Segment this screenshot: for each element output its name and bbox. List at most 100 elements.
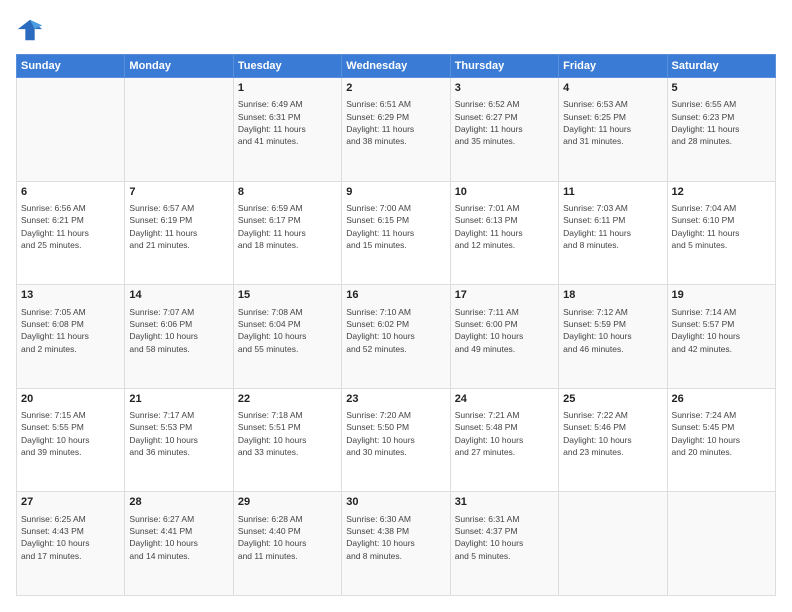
cell-3-3: 15 Sunrise: 7:08 AMSunset: 6:04 PMDayligh… — [233, 285, 341, 389]
day-number: 19 — [672, 288, 771, 303]
cell-5-3: 29Sunrise: 6:28 AMSunset: 4:40 PMDayligh… — [233, 492, 341, 596]
cell-5-4: 30 Sunrise: 6:30 AMSunset: 4:38 PMDayligh… — [342, 492, 450, 596]
cell-2-2: 7 Sunrise: 6:57 AMSunset: 6:19 PMDaylight… — [125, 181, 233, 285]
day-number: 23 — [346, 392, 445, 407]
day-number: 12 — [672, 185, 771, 200]
cell-4-2: 21 Sunrise: 7:17 AMSunset: 5:53 PMDayligh… — [125, 388, 233, 492]
cell-4-4: 23 Sunrise: 7:20 AMSunset: 5:50 PMDayligh… — [342, 388, 450, 492]
cell-content: Sunrise: 7:04 AMSunset: 6:10 PMDaylight:… — [672, 202, 771, 251]
cell-1-7: 5 Sunrise: 6:55 AMSunset: 6:23 PMDaylight… — [667, 78, 775, 182]
cell-3-1: 13 Sunrise: 7:05 AMSunset: 6:08 PMDayligh… — [17, 285, 125, 389]
cell-content: Sunrise: 7:01 AMSunset: 6:13 PMDaylight:… — [455, 202, 554, 251]
week-row-4: 20 Sunrise: 7:15 AMSunset: 5:55 PMDayligh… — [17, 388, 776, 492]
cell-1-4: 2 Sunrise: 6:51 AMSunset: 6:29 PMDaylight… — [342, 78, 450, 182]
cell-content: Sunrise: 7:12 AMSunset: 5:59 PMDaylight:… — [563, 306, 662, 355]
cell-content: Sunrise: 6:57 AMSunset: 6:19 PMDaylight:… — [129, 202, 228, 251]
cell-content: Sunrise: 7:05 AMSunset: 6:08 PMDaylight:… — [21, 306, 120, 355]
cell-2-6: 11Sunrise: 7:03 AMSunset: 6:11 PMDayligh… — [559, 181, 667, 285]
day-number: 14 — [129, 288, 228, 303]
day-number: 28 — [129, 495, 228, 510]
cell-1-2 — [125, 78, 233, 182]
col-header-thursday: Thursday — [450, 55, 558, 78]
cell-5-7 — [667, 492, 775, 596]
day-number: 16 — [346, 288, 445, 303]
cell-2-3: 8 Sunrise: 6:59 AMSunset: 6:17 PMDaylight… — [233, 181, 341, 285]
cell-content: Sunrise: 7:03 AMSunset: 6:11 PMDaylight:… — [563, 202, 662, 251]
day-number: 31 — [455, 495, 554, 510]
col-header-monday: Monday — [125, 55, 233, 78]
cell-content: Sunrise: 6:49 AMSunset: 6:31 PMDaylight:… — [238, 98, 337, 147]
header-row: SundayMondayTuesdayWednesdayThursdayFrid… — [17, 55, 776, 78]
week-row-3: 13 Sunrise: 7:05 AMSunset: 6:08 PMDayligh… — [17, 285, 776, 389]
cell-2-7: 12 Sunrise: 7:04 AMSunset: 6:10 PMDayligh… — [667, 181, 775, 285]
col-header-friday: Friday — [559, 55, 667, 78]
cell-content: Sunrise: 6:59 AMSunset: 6:17 PMDaylight:… — [238, 202, 337, 251]
cell-content: Sunrise: 7:10 AMSunset: 6:02 PMDaylight:… — [346, 306, 445, 355]
cell-4-1: 20 Sunrise: 7:15 AMSunset: 5:55 PMDayligh… — [17, 388, 125, 492]
cell-content: Sunrise: 6:25 AMSunset: 4:43 PMDaylight:… — [21, 513, 120, 562]
cell-3-5: 17 Sunrise: 7:11 AMSunset: 6:00 PMDayligh… — [450, 285, 558, 389]
cell-2-1: 6 Sunrise: 6:56 AMSunset: 6:21 PMDaylight… — [17, 181, 125, 285]
calendar-table: SundayMondayTuesdayWednesdayThursdayFrid… — [16, 54, 776, 596]
cell-content: Sunrise: 6:56 AMSunset: 6:21 PMDaylight:… — [21, 202, 120, 251]
cell-2-5: 10 Sunrise: 7:01 AMSunset: 6:13 PMDayligh… — [450, 181, 558, 285]
day-number: 8 — [238, 185, 337, 200]
cell-content: Sunrise: 7:21 AMSunset: 5:48 PMDaylight:… — [455, 409, 554, 458]
cell-content: Sunrise: 7:00 AMSunset: 6:15 PMDaylight:… — [346, 202, 445, 251]
cell-content: Sunrise: 6:55 AMSunset: 6:23 PMDaylight:… — [672, 98, 771, 147]
col-header-sunday: Sunday — [17, 55, 125, 78]
day-number: 13 — [21, 288, 120, 303]
page: SundayMondayTuesdayWednesdayThursdayFrid… — [0, 0, 792, 612]
cell-5-2: 28Sunrise: 6:27 AMSunset: 4:41 PMDayligh… — [125, 492, 233, 596]
logo-icon — [16, 16, 44, 44]
day-number: 15 — [238, 288, 337, 303]
logo — [16, 16, 48, 44]
cell-content: Sunrise: 6:31 AMSunset: 4:37 PMDaylight:… — [455, 513, 554, 562]
cell-content: Sunrise: 7:07 AMSunset: 6:06 PMDaylight:… — [129, 306, 228, 355]
cell-content: Sunrise: 6:30 AMSunset: 4:38 PMDaylight:… — [346, 513, 445, 562]
col-header-wednesday: Wednesday — [342, 55, 450, 78]
day-number: 22 — [238, 392, 337, 407]
day-number: 1 — [238, 81, 337, 96]
cell-1-6: 4Sunrise: 6:53 AMSunset: 6:25 PMDaylight… — [559, 78, 667, 182]
cell-content: Sunrise: 7:14 AMSunset: 5:57 PMDaylight:… — [672, 306, 771, 355]
cell-3-4: 16 Sunrise: 7:10 AMSunset: 6:02 PMDayligh… — [342, 285, 450, 389]
cell-1-5: 3Sunrise: 6:52 AMSunset: 6:27 PMDaylight… — [450, 78, 558, 182]
header — [16, 16, 776, 44]
day-number: 17 — [455, 288, 554, 303]
day-number: 21 — [129, 392, 228, 407]
cell-4-3: 22 Sunrise: 7:18 AMSunset: 5:51 PMDayligh… — [233, 388, 341, 492]
cell-3-7: 19 Sunrise: 7:14 AMSunset: 5:57 PMDayligh… — [667, 285, 775, 389]
day-number: 9 — [346, 185, 445, 200]
cell-2-4: 9 Sunrise: 7:00 AMSunset: 6:15 PMDaylight… — [342, 181, 450, 285]
day-number: 30 — [346, 495, 445, 510]
cell-5-1: 27 Sunrise: 6:25 AMSunset: 4:43 PMDayligh… — [17, 492, 125, 596]
cell-content: Sunrise: 6:51 AMSunset: 6:29 PMDaylight:… — [346, 98, 445, 147]
week-row-5: 27 Sunrise: 6:25 AMSunset: 4:43 PMDayligh… — [17, 492, 776, 596]
cell-content: Sunrise: 6:53 AMSunset: 6:25 PMDaylight:… — [563, 98, 662, 147]
day-number: 6 — [21, 185, 120, 200]
cell-content: Sunrise: 7:15 AMSunset: 5:55 PMDaylight:… — [21, 409, 120, 458]
cell-4-7: 26Sunrise: 7:24 AMSunset: 5:45 PMDayligh… — [667, 388, 775, 492]
day-number: 20 — [21, 392, 120, 407]
col-header-saturday: Saturday — [667, 55, 775, 78]
week-row-2: 6 Sunrise: 6:56 AMSunset: 6:21 PMDaylight… — [17, 181, 776, 285]
week-row-1: 1 Sunrise: 6:49 AMSunset: 6:31 PMDaylight… — [17, 78, 776, 182]
day-number: 10 — [455, 185, 554, 200]
day-number: 24 — [455, 392, 554, 407]
cell-content: Sunrise: 6:28 AMSunset: 4:40 PMDaylight:… — [238, 513, 337, 562]
day-number: 5 — [672, 81, 771, 96]
day-number: 2 — [346, 81, 445, 96]
cell-content: Sunrise: 7:11 AMSunset: 6:00 PMDaylight:… — [455, 306, 554, 355]
day-number: 18 — [563, 288, 662, 303]
day-number: 3 — [455, 81, 554, 96]
cell-content: Sunrise: 7:17 AMSunset: 5:53 PMDaylight:… — [129, 409, 228, 458]
day-number: 25 — [563, 392, 662, 407]
day-number: 7 — [129, 185, 228, 200]
cell-content: Sunrise: 7:08 AMSunset: 6:04 PMDaylight:… — [238, 306, 337, 355]
cell-content: Sunrise: 7:20 AMSunset: 5:50 PMDaylight:… — [346, 409, 445, 458]
cell-4-5: 24 Sunrise: 7:21 AMSunset: 5:48 PMDayligh… — [450, 388, 558, 492]
day-number: 27 — [21, 495, 120, 510]
cell-content: Sunrise: 7:18 AMSunset: 5:51 PMDaylight:… — [238, 409, 337, 458]
cell-4-6: 25Sunrise: 7:22 AMSunset: 5:46 PMDayligh… — [559, 388, 667, 492]
